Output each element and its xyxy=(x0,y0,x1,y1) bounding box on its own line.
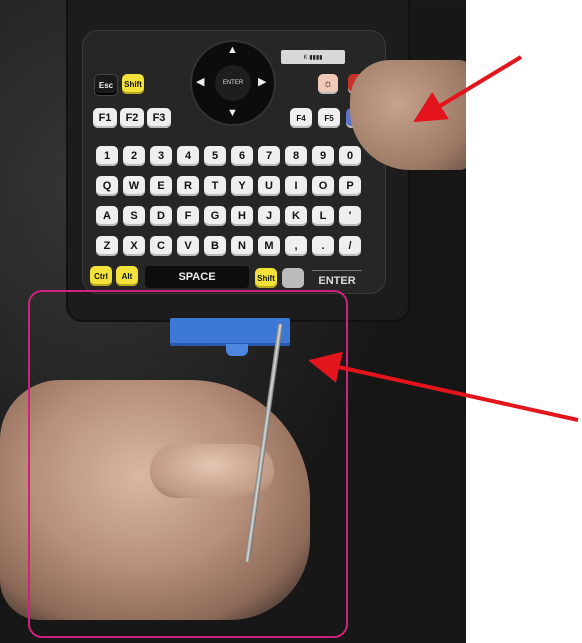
key-period[interactable]: . xyxy=(312,236,334,256)
dpad-enter-button[interactable]: ENTER xyxy=(215,65,251,101)
key-4[interactable]: 4 xyxy=(177,146,199,166)
key-w[interactable]: W xyxy=(123,176,145,196)
key-b[interactable]: B xyxy=(204,236,226,256)
shift-top-key[interactable]: Shift xyxy=(122,74,144,94)
space-key[interactable]: SPACE xyxy=(145,266,249,288)
enter-key[interactable]: ENTER xyxy=(312,270,362,291)
key-t[interactable]: T xyxy=(204,176,226,196)
highlight-box xyxy=(28,290,348,638)
arrow-left-icon: ◀ xyxy=(196,76,205,88)
arrow-down-icon: ▼ xyxy=(227,107,238,119)
dpad[interactable]: ENTER ▲ ▼ ◀ ▶ xyxy=(190,40,276,126)
key-1[interactable]: 1 xyxy=(96,146,118,166)
key-q[interactable]: Q xyxy=(96,176,118,196)
key-r[interactable]: R xyxy=(177,176,199,196)
key-slash[interactable]: / xyxy=(339,236,361,256)
brand-logo: K ▮▮▮▮ xyxy=(281,50,345,64)
key-0[interactable]: 0 xyxy=(339,146,361,166)
key-c[interactable]: C xyxy=(150,236,172,256)
shift-key[interactable]: Shift xyxy=(255,268,277,288)
key-comma[interactable]: , xyxy=(285,236,307,256)
key-3[interactable]: 3 xyxy=(150,146,172,166)
key-u[interactable]: U xyxy=(258,176,280,196)
arrow-up-icon: ▲ xyxy=(227,44,238,56)
key-k[interactable]: K xyxy=(285,206,307,226)
ctrl-key[interactable]: Ctrl xyxy=(90,266,112,286)
key-e[interactable]: E xyxy=(150,176,172,196)
key-a[interactable]: A xyxy=(96,206,118,226)
f1-key[interactable]: F1 xyxy=(93,108,117,128)
key-f[interactable]: F xyxy=(177,206,199,226)
light-key[interactable]: ☼ xyxy=(318,74,338,94)
arrow-right-icon: ▶ xyxy=(258,76,267,88)
esc-key[interactable]: Esc xyxy=(94,74,118,96)
key-2[interactable]: 2 xyxy=(123,146,145,166)
key-z[interactable]: Z xyxy=(96,236,118,256)
key-5[interactable]: 5 xyxy=(204,146,226,166)
key-i[interactable]: I xyxy=(285,176,307,196)
key-p[interactable]: P xyxy=(339,176,361,196)
key-y[interactable]: Y xyxy=(231,176,253,196)
key-m[interactable]: M xyxy=(258,236,280,256)
key-v[interactable]: V xyxy=(177,236,199,256)
key-6[interactable]: 6 xyxy=(231,146,253,166)
key-7[interactable]: 7 xyxy=(258,146,280,166)
key-n[interactable]: N xyxy=(231,236,253,256)
key-x[interactable]: X xyxy=(123,236,145,256)
key-o[interactable]: O xyxy=(312,176,334,196)
key-apostrophe[interactable]: ' xyxy=(339,206,361,226)
key-9[interactable]: 9 xyxy=(312,146,334,166)
key-s[interactable]: S xyxy=(123,206,145,226)
f2-key[interactable]: F2 xyxy=(120,108,144,128)
mode-key[interactable] xyxy=(282,268,304,288)
alt-key[interactable]: Alt xyxy=(116,266,138,286)
f4-key[interactable]: F4 xyxy=(290,108,312,128)
key-h[interactable]: H xyxy=(231,206,253,226)
key-8[interactable]: 8 xyxy=(285,146,307,166)
key-g[interactable]: G xyxy=(204,206,226,226)
key-l[interactable]: L xyxy=(312,206,334,226)
key-j[interactable]: J xyxy=(258,206,280,226)
f5-key[interactable]: F5 xyxy=(318,108,340,128)
key-d[interactable]: D xyxy=(150,206,172,226)
f3-key[interactable]: F3 xyxy=(147,108,171,128)
